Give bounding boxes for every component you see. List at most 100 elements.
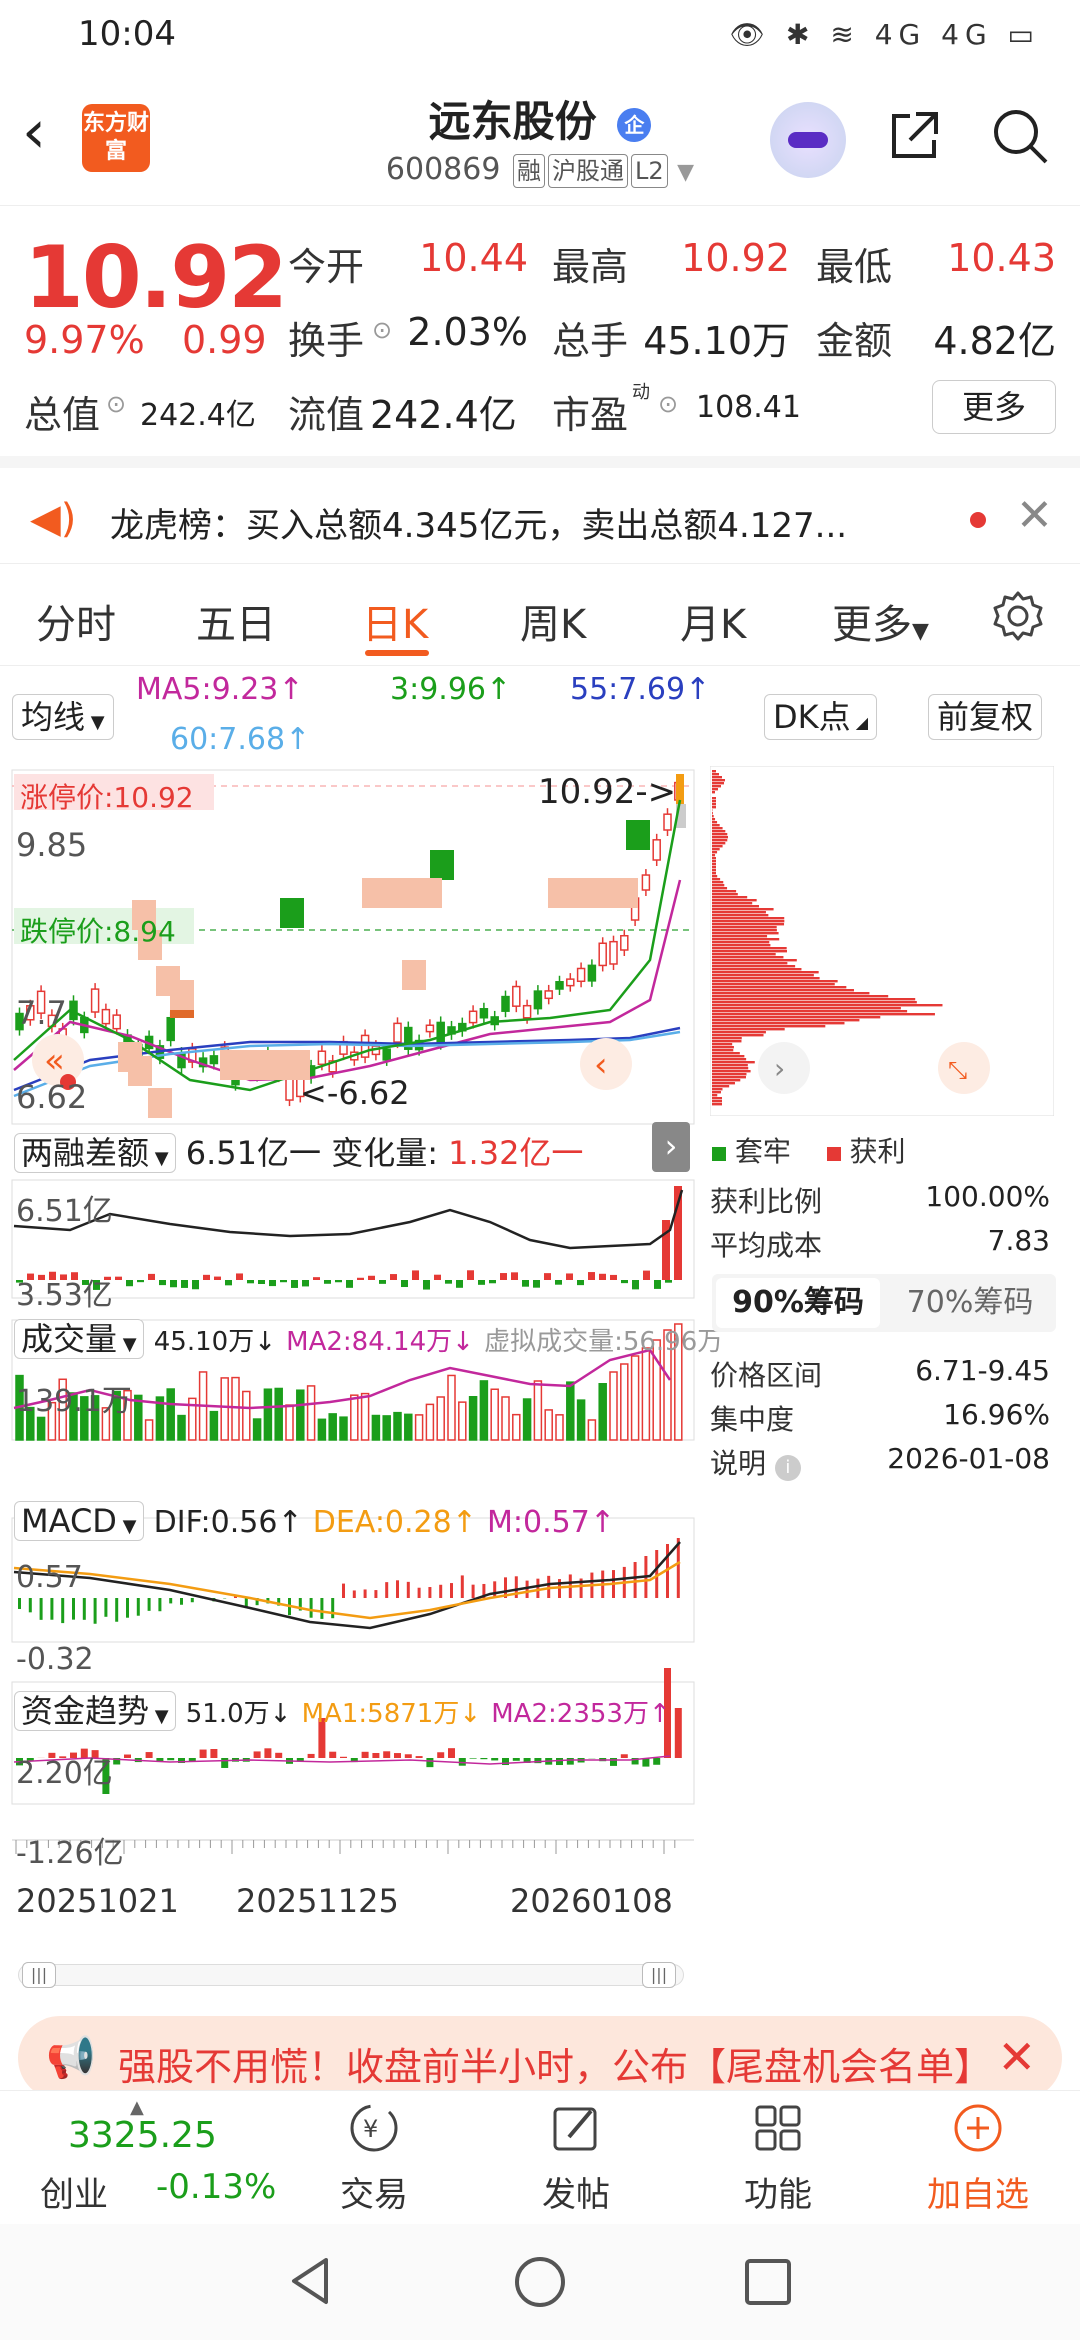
- assistant-avatar[interactable]: [770, 102, 846, 178]
- limit-up-label: 涨停价:10.92: [20, 781, 194, 814]
- caret-down-icon: ▼: [912, 619, 929, 644]
- volume-bar: [501, 1396, 510, 1441]
- search-icon[interactable]: [990, 106, 1050, 166]
- change-percent: 9.97%: [24, 318, 145, 362]
- flow-bar: [167, 1758, 175, 1761]
- chip-bar: [712, 1043, 733, 1046]
- volume-bar: [512, 1413, 521, 1441]
- chip-bar: [712, 1091, 721, 1094]
- chip-bar: [712, 1022, 845, 1025]
- trade-button[interactable]: ¥ 交易: [314, 2099, 434, 2216]
- chart-scrollbar[interactable]: [18, 1964, 684, 1986]
- ma-dropdown[interactable]: 均线 ▼: [12, 694, 114, 740]
- tab-intraday[interactable]: 分时: [36, 592, 116, 650]
- tab-monthly-k[interactable]: 月K: [680, 592, 746, 650]
- margin-bar: [665, 1280, 672, 1283]
- macd-bar: [460, 1575, 464, 1598]
- volume-dropdown[interactable]: 成交量 ▼: [14, 1319, 144, 1359]
- candle-body: [501, 995, 510, 1012]
- gear-icon[interactable]: [992, 590, 1044, 642]
- margin-bar: [434, 1274, 441, 1280]
- chip-bar: [712, 1001, 917, 1004]
- scroll-handle-right[interactable]: |||: [642, 1962, 676, 1988]
- tab-chip-70[interactable]: 70%筹码: [888, 1278, 1052, 1328]
- tab-five-day[interactable]: 五日: [196, 592, 276, 650]
- margin-bar: [423, 1280, 430, 1290]
- margin-bar: [566, 1273, 573, 1280]
- volume-bar: [458, 1401, 467, 1441]
- chip-distribution-chart[interactable]: › ⤡: [710, 766, 1054, 1116]
- latest-price-marker: 10.92->: [538, 772, 677, 812]
- flow-bar: [124, 1754, 131, 1758]
- add-watchlist-button[interactable]: 加自选: [918, 2099, 1038, 2216]
- volume-bar: [296, 1389, 305, 1441]
- chip-bar: [712, 1097, 722, 1100]
- candle-body: [436, 1021, 445, 1045]
- more-button[interactable]: 更多: [932, 380, 1056, 434]
- margin-bar: [258, 1280, 265, 1285]
- candle-body: [209, 1055, 219, 1065]
- chevron-left-icon[interactable]: ‹: [594, 1045, 608, 1085]
- flow-bar: [653, 1758, 661, 1765]
- index-name[interactable]: 创业: [40, 2167, 108, 2216]
- home-circle-icon[interactable]: [512, 2254, 568, 2310]
- index-value[interactable]: 3325.25: [68, 2115, 217, 2156]
- back-triangle-icon[interactable]: [284, 2254, 338, 2308]
- chip-bar: [712, 962, 788, 965]
- flow-dropdown[interactable]: 资金趋势 ▼: [14, 1691, 176, 1731]
- tab-daily-k[interactable]: 日K: [362, 592, 428, 650]
- margin-bar: [599, 1273, 606, 1280]
- dk-point-button[interactable]: DK点 ◢: [764, 694, 878, 740]
- candle-body: [576, 967, 586, 983]
- tab-more[interactable]: 更多▼: [832, 592, 929, 650]
- chip-bar: [712, 932, 779, 935]
- candle-body: [587, 964, 597, 982]
- margin-dropdown[interactable]: 两融差额 ▼: [14, 1133, 176, 1173]
- news-bar[interactable]: ◀) 龙虎榜：买入总额4.345亿元，卖出总额4.127... ✕: [0, 456, 1080, 564]
- share-icon[interactable]: [886, 106, 944, 164]
- volume-bar: [544, 1409, 553, 1441]
- chip-bar: [712, 1049, 734, 1052]
- candle-body: [393, 1022, 402, 1043]
- period-tabs: 分时 五日 日K 周K 月K 更多▼: [0, 570, 1080, 666]
- chevron-double-left-icon[interactable]: «: [44, 1041, 65, 1081]
- macd-bar: [28, 1598, 32, 1613]
- margin-bar: [654, 1280, 661, 1289]
- recents-square-icon[interactable]: [742, 2256, 794, 2308]
- enterprise-badge-icon: 企: [617, 107, 652, 142]
- chevron-right-icon[interactable]: ›: [774, 1052, 785, 1085]
- tab-chip-90[interactable]: 90%筹码: [716, 1278, 880, 1328]
- function-button[interactable]: 功能: [718, 2099, 838, 2216]
- axis-low-label: 6.62: [16, 1078, 88, 1116]
- expand-icon[interactable]: ⤡: [948, 1056, 967, 1084]
- news-text[interactable]: 龙虎榜：买入总额4.345亿元，卖出总额4.127...: [110, 498, 847, 547]
- chip-bar: [712, 1016, 881, 1019]
- post-button[interactable]: 发帖: [516, 2099, 636, 2216]
- close-icon[interactable]: ✕: [1016, 490, 1053, 541]
- chevron-right-icon[interactable]: ›: [652, 1122, 690, 1172]
- candle-body: [566, 978, 575, 987]
- macd-bar: [115, 1598, 119, 1622]
- info-icon[interactable]: ⊙: [106, 390, 126, 418]
- flow-bar: [480, 1758, 488, 1760]
- price-range-value: 6.71-9.45: [915, 1354, 1050, 1387]
- unread-dot: [970, 512, 986, 528]
- chip-bar: [712, 1028, 785, 1031]
- promo-banner[interactable]: 📢 强股不用慌！收盘前半小时，公布【尾盘机会名单】 ✕: [18, 2016, 1062, 2100]
- margin-bar: [214, 1276, 221, 1280]
- close-icon[interactable]: ✕: [997, 2030, 1036, 2084]
- promo-text[interactable]: 强股不用慌！收盘前半小时，公布【尾盘机会名单】: [118, 2036, 992, 2091]
- info-icon[interactable]: ⊙: [372, 316, 392, 344]
- chip-bar: [712, 803, 716, 806]
- price-adjust-button[interactable]: 前复权: [928, 694, 1043, 740]
- scroll-handle-left[interactable]: |||: [22, 1962, 56, 1988]
- margin-change-value: 1.32亿一: [448, 1134, 584, 1172]
- macd-dropdown[interactable]: MACD ▼: [14, 1501, 144, 1541]
- candle-body: [90, 988, 100, 1013]
- chip-bar: [712, 917, 785, 920]
- ma60-value: 60:7.68↑: [170, 722, 311, 757]
- tab-weekly-k[interactable]: 周K: [520, 592, 586, 650]
- margin-axis-top: 6.51亿: [16, 1194, 113, 1229]
- info-icon[interactable]: ⊙: [658, 390, 678, 418]
- info-icon[interactable]: i: [774, 1455, 801, 1481]
